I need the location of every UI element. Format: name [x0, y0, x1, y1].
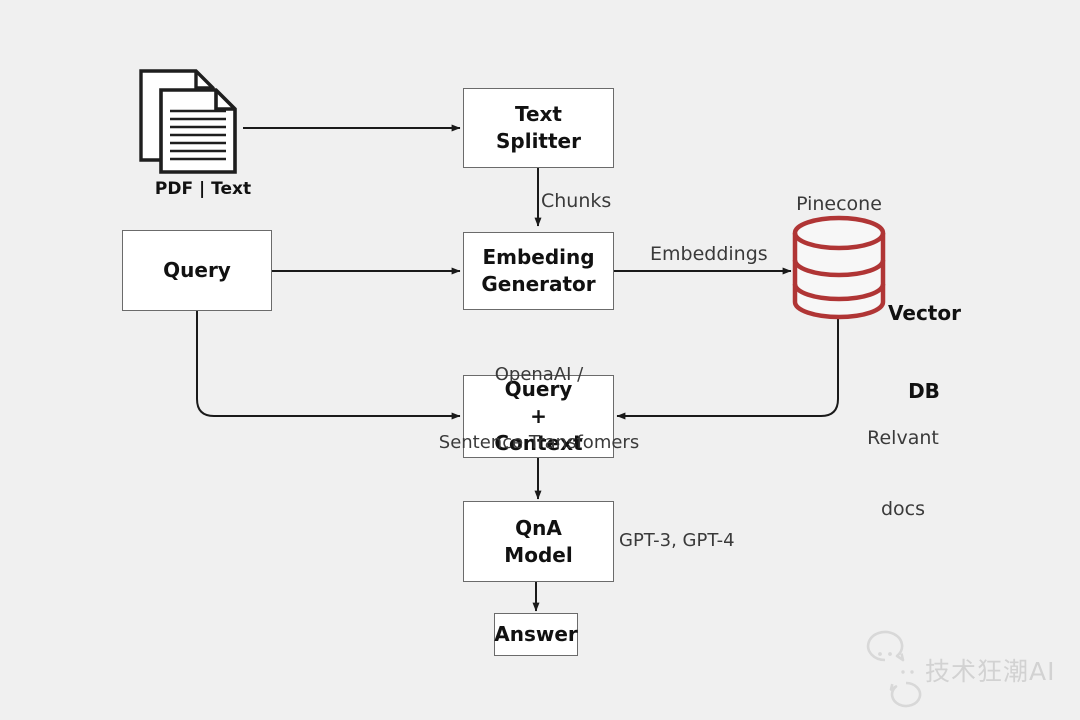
- edge-vectordb-to-query-context: [616, 316, 839, 420]
- vector-db-top-label: Pinecone: [796, 193, 882, 215]
- text-splitter-line-2: Splitter: [496, 129, 581, 153]
- edge-label-embeddings: Embeddings: [650, 243, 768, 265]
- edge-label-chunks: Chunks: [541, 190, 612, 212]
- text-splitter-line-1: Text: [514, 102, 562, 127]
- node-embedding-generator[interactable]: Embeding Generator: [463, 232, 614, 310]
- query-line-1: Query: [163, 258, 231, 283]
- qna-model-side-label: GPT-3, GPT-4: [619, 530, 735, 551]
- answer-line-1: Answer: [494, 622, 578, 647]
- embedding-generator-line-2: Generator: [481, 272, 596, 296]
- diagram-canvas: Text Splitter Query Embeding Generator Q…: [0, 0, 1080, 720]
- wechat-icon: [866, 630, 922, 708]
- embedding-generator-sublabel: OpenaAI / Sentence Transfomers: [428, 319, 650, 499]
- vector-db-side-line-1: Vector: [888, 301, 961, 325]
- edge-label-relevant-docs: Relvant docs: [843, 379, 963, 569]
- watermark-text: 技术狂潮AI: [925, 657, 1056, 686]
- vector-db-cylinder-icon: [792, 215, 886, 320]
- node-text-splitter[interactable]: Text Splitter: [463, 88, 614, 168]
- embedding-sublabel-line-2: Sentence Transfomers: [438, 431, 640, 453]
- source-caption: PDF | Text: [154, 179, 252, 199]
- node-query[interactable]: Query: [122, 230, 272, 311]
- documents-icon: [139, 69, 237, 174]
- qna-model-line-2: Model: [504, 542, 573, 567]
- relevant-docs-line-2: docs: [880, 497, 926, 520]
- embedding-sublabel-line-1: OpenaAI /: [494, 364, 584, 385]
- node-qna-model[interactable]: QnA Model: [463, 501, 614, 582]
- watermark: 技术狂潮AI: [925, 652, 1055, 688]
- edge-query-to-query-context: [196, 311, 461, 420]
- qna-model-line-1: QnA: [515, 515, 562, 540]
- node-answer[interactable]: Answer: [494, 613, 578, 656]
- relevant-docs-line-1: Relvant: [867, 426, 939, 449]
- embedding-generator-line-1: Embeding: [482, 245, 595, 270]
